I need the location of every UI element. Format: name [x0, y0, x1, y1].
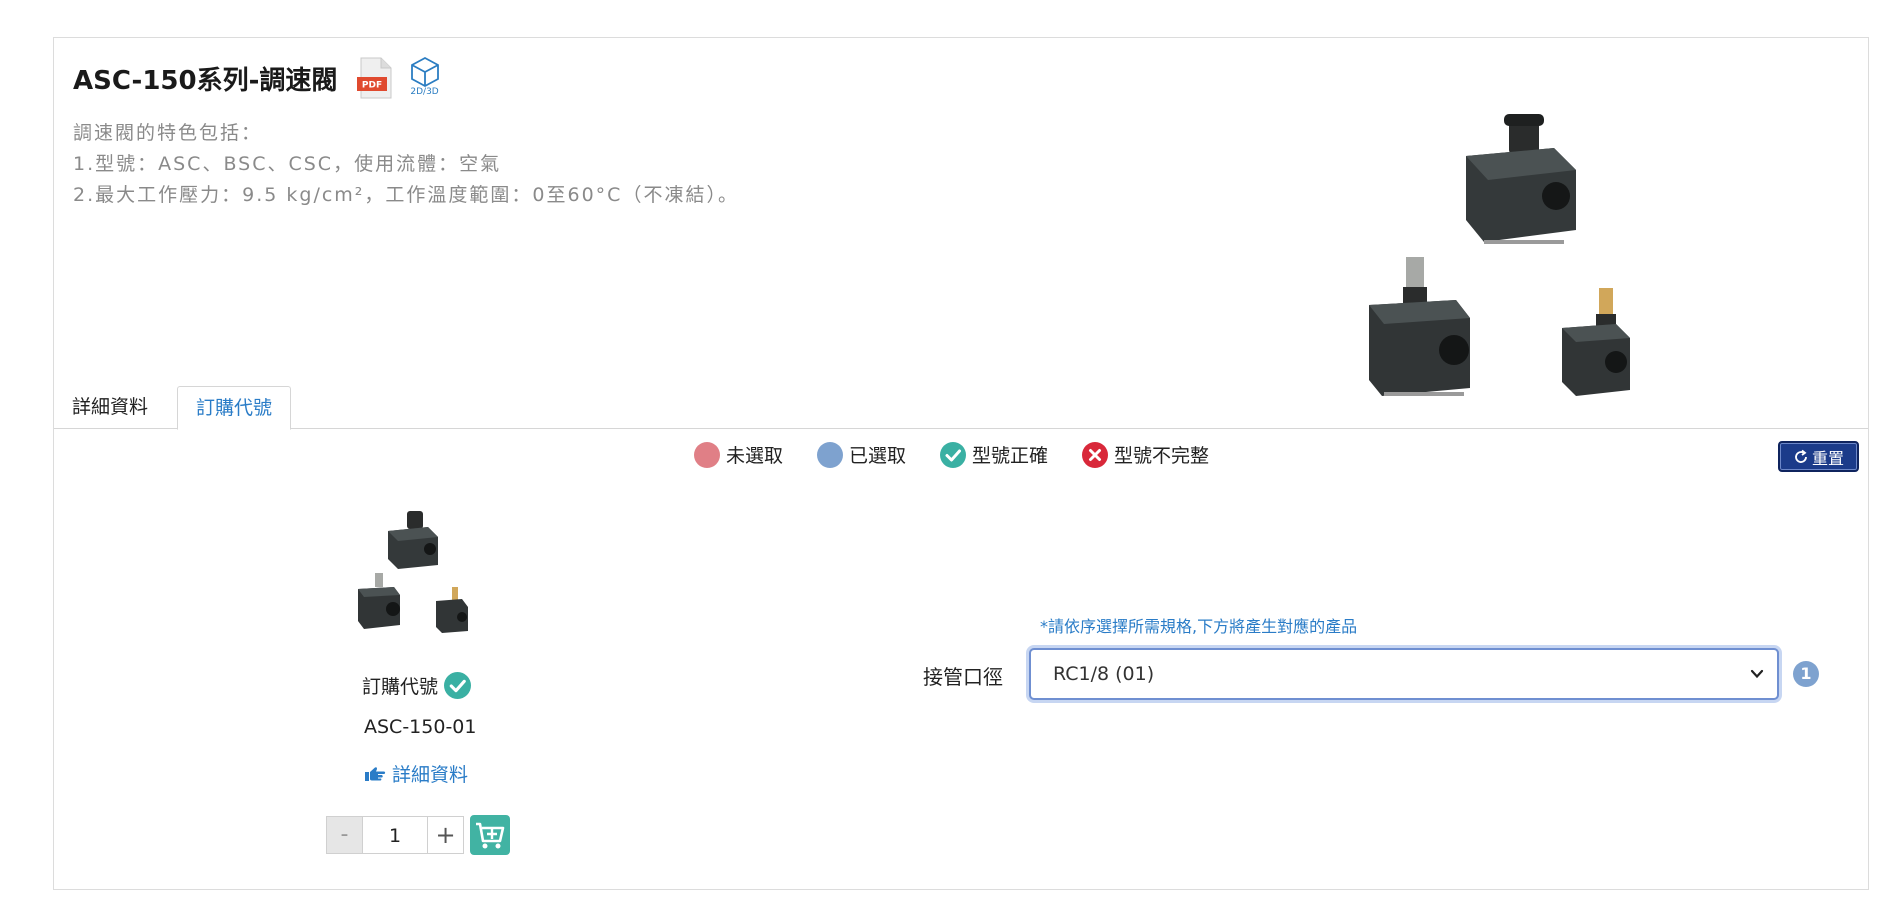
pipe-size-label: 接管口徑 [923, 665, 1003, 689]
svg-text:PDF: PDF [362, 81, 382, 91]
order-code-label: 訂購代號 [362, 672, 472, 699]
quantity-input[interactable]: 1 [363, 816, 427, 854]
legend-label: 未選取 [726, 445, 784, 467]
cart-plus-icon [476, 822, 505, 849]
refresh-icon [1795, 449, 1807, 463]
step-number-badge: 1 [1793, 661, 1819, 687]
legend-unselected: 未選取 [694, 441, 783, 468]
blue-dot-icon [817, 441, 844, 468]
product-description: 調速閥的特色包括： 1.型號：ASC、BSC、CSC，使用流體：空氣 2.最大工… [73, 118, 739, 211]
cube-3d-icon[interactable]: 2D/3D [407, 56, 443, 100]
pipe-size-select[interactable]: RC1/8 (01) [1029, 648, 1779, 700]
selection-hint: *請依序選擇所需規格,下方將產生對應的產品 [1040, 617, 1358, 636]
legend-incomplete: 型號不完整 [1082, 441, 1209, 468]
product-thumbnail [350, 503, 500, 673]
legend-correct: 型號正確 [940, 441, 1048, 468]
description-line: 調速閥的特色包括： [73, 122, 263, 144]
legend-selected: 已選取 [817, 441, 906, 468]
order-code-value: ASC-150-01 [364, 716, 477, 738]
order-code-title: 訂購代號 [362, 676, 439, 698]
check-circle-icon [444, 672, 472, 699]
status-legend: 未選取 已選取 型號正確 型號不完整 [694, 441, 1243, 468]
x-circle-icon [1082, 441, 1109, 468]
quantity-increase-button[interactable]: + [427, 816, 464, 854]
cad-label: 2D/3D [410, 87, 439, 97]
title-row: ASC-150系列-調速閥 PDF 2D/3D [73, 56, 443, 100]
product-panel: ASC-150系列-調速閥 PDF 2D/3D 調速閥的特色包括： 1.型號：A… [53, 37, 1869, 890]
pointing-hand-icon [365, 766, 386, 781]
details-link-label: 詳細資料 [392, 764, 469, 786]
reset-button[interactable]: 重置 [1778, 441, 1859, 472]
pdf-file-icon[interactable]: PDF [357, 57, 393, 99]
red-dot-icon [694, 441, 720, 468]
quantity-decrease-button[interactable]: - [326, 816, 363, 854]
tab-order-code[interactable]: 訂購代號 [177, 386, 292, 430]
legend-label: 型號正確 [972, 445, 1049, 467]
product-hero-image [1354, 100, 1724, 400]
description-line: 1.型號：ASC、BSC、CSC，使用流體：空氣 [73, 153, 502, 175]
tab-details[interactable]: 詳細資料 [54, 386, 166, 429]
quantity-stepper: - 1 + [326, 815, 510, 855]
tab-bar: 詳細資料 訂購代號 [54, 386, 1868, 430]
details-link[interactable]: 詳細資料 [364, 760, 468, 787]
add-to-cart-button[interactable] [470, 815, 510, 855]
description-line: 2.最大工作壓力：9.5 kg/cm²，工作溫度範圍：0至60°C（不凍結）。 [73, 184, 739, 206]
pipe-size-value: RC1/8 (01) [1053, 663, 1155, 685]
chevron-down-icon [1750, 669, 1764, 679]
check-circle-icon [940, 441, 967, 468]
legend-label: 已選取 [849, 445, 907, 467]
legend-label: 型號不完整 [1114, 445, 1210, 467]
reset-label: 重置 [1811, 448, 1844, 468]
page-title: ASC-150系列-調速閥 [73, 65, 338, 96]
